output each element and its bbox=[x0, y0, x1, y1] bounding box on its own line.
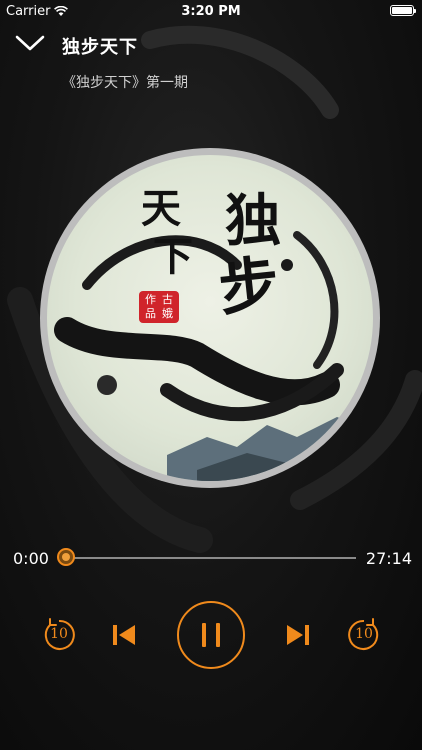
seal-char: 品 bbox=[145, 307, 156, 320]
progress-slider[interactable] bbox=[57, 548, 356, 566]
seal-char: 娥 bbox=[162, 307, 173, 320]
chevron-down-icon bbox=[15, 35, 45, 51]
skip-back-button[interactable]: 10 bbox=[41, 617, 77, 653]
calligraphy-char-1: 独 bbox=[225, 188, 281, 254]
player-screen: Carrier 3:20 PM 独步天下 《独步天下》第一期 独 步 天 下 作… bbox=[0, 0, 422, 750]
battery-icon bbox=[390, 5, 416, 16]
episode-subtitle: 《独步天下》第一期 bbox=[62, 75, 188, 91]
pause-icon bbox=[202, 623, 220, 647]
episode-title: 独步天下 bbox=[62, 37, 138, 58]
next-track-icon bbox=[287, 625, 309, 645]
skip-back-seconds: 10 bbox=[50, 626, 68, 642]
red-seal: 作 古 品 娥 bbox=[139, 291, 179, 323]
album-art: 独 步 天 下 作 古 品 娥 bbox=[40, 148, 380, 488]
ink-painting bbox=[54, 231, 373, 481]
previous-button[interactable] bbox=[110, 620, 138, 650]
duration: 27:14 bbox=[365, 549, 412, 568]
next-button[interactable] bbox=[284, 620, 312, 650]
previous-track-icon bbox=[113, 625, 135, 645]
play-pause-button[interactable] bbox=[177, 601, 245, 669]
seal-char: 作 bbox=[145, 293, 156, 306]
calligraphy-char-2: 步 bbox=[215, 249, 283, 325]
skip-forward-button[interactable]: 10 bbox=[346, 617, 382, 653]
calligraphy-char-3: 天 bbox=[141, 185, 181, 232]
skip-forward-seconds: 10 bbox=[355, 626, 373, 642]
status-time: 3:20 PM bbox=[181, 4, 241, 19]
album-cover: 独 步 天 下 作 古 品 娥 bbox=[47, 155, 373, 481]
progress-thumb[interactable] bbox=[57, 548, 75, 566]
status-bar: Carrier 3:20 PM bbox=[0, 0, 422, 22]
current-time: 0:00 bbox=[13, 549, 49, 568]
battery-level bbox=[392, 7, 412, 14]
collapse-button[interactable] bbox=[14, 32, 50, 58]
calligraphy-char-4: 下 bbox=[153, 233, 193, 280]
seal-char: 古 bbox=[162, 293, 173, 306]
